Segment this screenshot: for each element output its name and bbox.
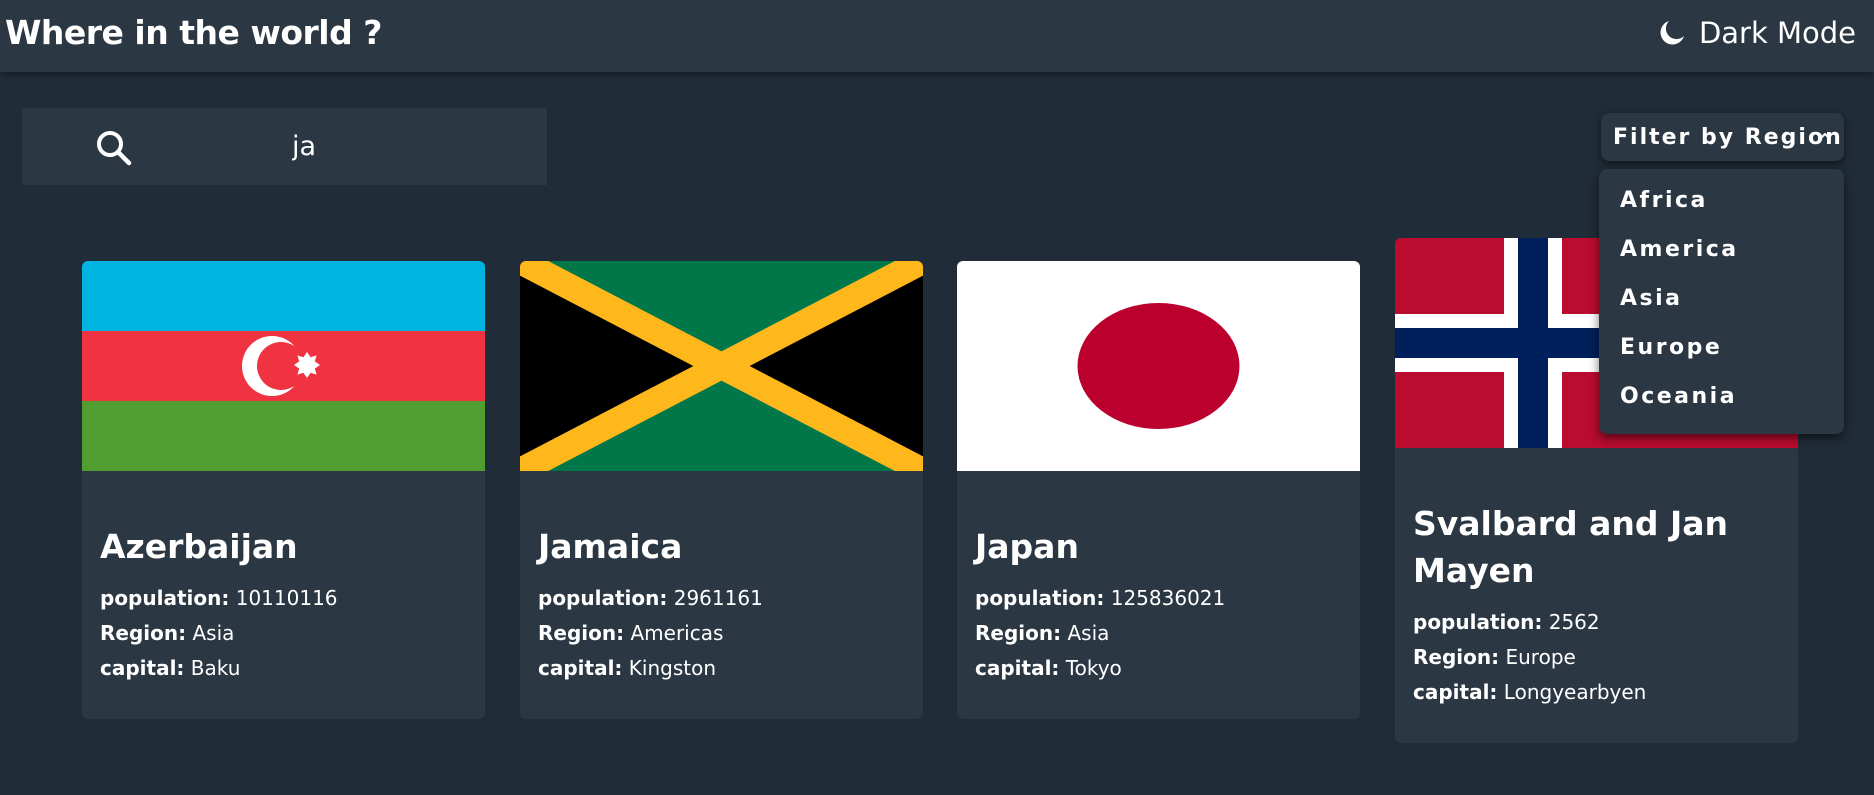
country-details: population: 2562 Region: Europe capital:… [1413, 605, 1646, 710]
population-label: population: [1413, 610, 1543, 634]
country-name: Svalbard and Jan Mayen [1413, 504, 1729, 590]
app-header: Where in the world ? Dark Mode [0, 0, 1874, 72]
country-name: Azerbaijan [100, 527, 298, 566]
capital-value: Tokyo [1065, 656, 1122, 680]
filter-by-region-button[interactable]: Filter by Region [1601, 113, 1844, 161]
population-value: 2961161 [673, 586, 763, 610]
region-option-america[interactable]: America [1599, 237, 1844, 286]
capital-label: capital: [538, 656, 623, 680]
moon-icon [1660, 21, 1684, 45]
country-card-jamaica[interactable]: Jamaica population: 2961161 Region: Amer… [520, 261, 923, 719]
capital-value: Baku [190, 656, 241, 680]
search-icon [97, 131, 132, 166]
country-name: Jamaica [538, 527, 683, 566]
population-label: population: [100, 586, 230, 610]
capital-value: Kingston [628, 656, 717, 680]
region-value: Asia [1067, 621, 1110, 645]
japan-flag [957, 261, 1360, 471]
region-value: Americas [630, 621, 724, 645]
region-value: Asia [192, 621, 235, 645]
region-value: Europe [1505, 645, 1576, 669]
region-label: Region: [1413, 645, 1500, 669]
app-title: Where in the world ? [5, 13, 382, 52]
chevron-up-icon [1819, 133, 1831, 140]
capital-label: capital: [100, 656, 185, 680]
search-input[interactable] [290, 126, 530, 166]
jamaica-flag [520, 261, 923, 471]
country-details: population: 125836021 Region: Asia capit… [975, 581, 1225, 686]
capital-value: Longyearbyen [1503, 680, 1647, 704]
dark-mode-toggle[interactable]: Dark Mode [1657, 16, 1856, 50]
country-card-japan[interactable]: Japan population: 125836021 Region: Asia… [957, 261, 1360, 719]
azerbaijan-flag [82, 261, 485, 471]
region-label: Region: [100, 621, 187, 645]
dark-mode-label: Dark Mode [1698, 16, 1856, 50]
search-box[interactable] [22, 108, 547, 185]
region-option-europe[interactable]: Europe [1599, 335, 1844, 384]
region-option-oceania[interactable]: Oceania [1599, 384, 1844, 433]
region-option-africa[interactable]: Africa [1599, 188, 1844, 237]
population-value: 125836021 [1110, 586, 1226, 610]
region-label: Region: [975, 621, 1062, 645]
population-value: 10110116 [235, 586, 338, 610]
region-dropdown-menu: Africa America Asia Europe Oceania [1599, 169, 1844, 434]
region-label: Region: [538, 621, 625, 645]
population-label: population: [975, 586, 1105, 610]
country-details: population: 2961161 Region: Americas cap… [538, 581, 763, 686]
population-value: 2562 [1548, 610, 1600, 634]
capital-label: capital: [975, 656, 1060, 680]
population-label: population: [538, 586, 668, 610]
country-details: population: 10110116 Region: Asia capita… [100, 581, 338, 686]
country-card-azerbaijan[interactable]: Azerbaijan population: 10110116 Region: … [82, 261, 485, 719]
region-option-asia[interactable]: Asia [1599, 286, 1844, 335]
capital-label: capital: [1413, 680, 1498, 704]
country-name: Japan [975, 527, 1079, 566]
filter-label: Filter by Region [1613, 124, 1843, 150]
